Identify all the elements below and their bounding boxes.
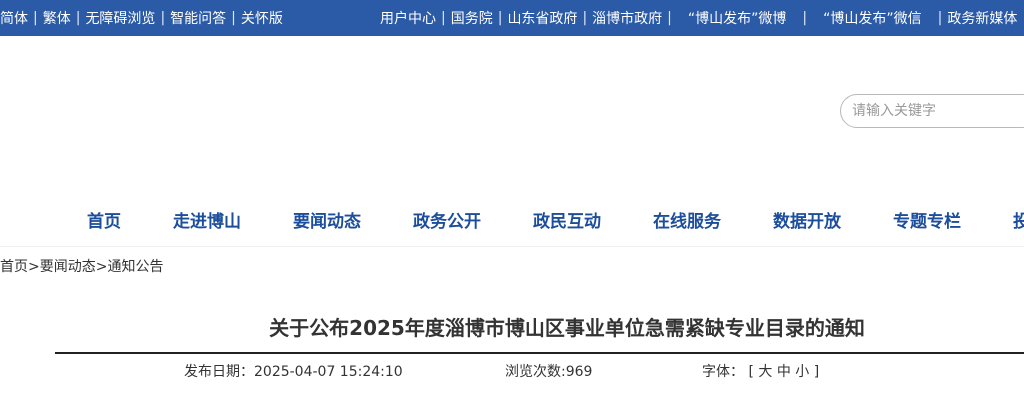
publish-date-value: 2025-04-07 15:24:10 bbox=[254, 364, 403, 380]
font-size-label: 字体： bbox=[702, 364, 744, 380]
nav-government-affairs[interactable]: 政务公开 bbox=[413, 207, 481, 232]
breadcrumb: 首页>要闻动态>通知公告 bbox=[0, 256, 163, 276]
state-council-link[interactable]: 国务院 bbox=[451, 8, 493, 28]
font-size-large-button[interactable]: 大 bbox=[758, 364, 772, 380]
zibo-gov-link[interactable]: 淄博市政府 bbox=[592, 8, 662, 28]
breadcrumb-separator: > bbox=[95, 259, 108, 275]
bracket-open: [ bbox=[748, 364, 754, 380]
separator: | bbox=[667, 10, 672, 26]
top-bar: 简体 | 繁体 | 无障碍浏览 | 智能问答 | 关怀版 用户中心 | 国务院 … bbox=[0, 0, 1024, 36]
bracket-close: ] bbox=[813, 364, 820, 380]
weibo-link[interactable]: “博山发布”微博 bbox=[688, 8, 787, 28]
search-input[interactable] bbox=[841, 95, 1024, 127]
care-version-link[interactable]: 关怀版 bbox=[241, 8, 283, 28]
nav-home[interactable]: 首页 bbox=[87, 207, 121, 232]
top-bar-left-links: 简体 | 繁体 | 无障碍浏览 | 智能问答 | 关怀版 bbox=[0, 0, 283, 36]
article-title: 关于公布2025年度淄博市博山区事业单位急需紧缺专业目录的通知 bbox=[269, 316, 865, 340]
nav-more[interactable]: 投 bbox=[1013, 207, 1024, 232]
simplified-chinese-link[interactable]: 简体 bbox=[0, 8, 28, 28]
font-size-medium-button[interactable]: 中 bbox=[777, 364, 791, 380]
nav-about-boshan[interactable]: 走进博山 bbox=[173, 207, 241, 232]
view-count-label: 浏览次数: bbox=[505, 364, 566, 380]
traditional-chinese-link[interactable]: 繁体 bbox=[43, 8, 71, 28]
smart-qa-link[interactable]: 智能问答 bbox=[170, 8, 226, 28]
view-count-value: 969 bbox=[565, 364, 593, 380]
nav-interaction[interactable]: 政民互动 bbox=[533, 207, 601, 232]
nav-news[interactable]: 要闻动态 bbox=[293, 207, 361, 232]
breadcrumb-notices[interactable]: 通知公告 bbox=[107, 259, 163, 275]
breadcrumb-news[interactable]: 要闻动态 bbox=[40, 259, 96, 275]
separator: | bbox=[497, 10, 503, 26]
separator: | bbox=[160, 10, 166, 26]
separator: | bbox=[33, 10, 38, 26]
wechat-link[interactable]: “博山发布”微信 bbox=[823, 8, 922, 28]
font-size-small-button[interactable]: 小 bbox=[795, 364, 809, 380]
separator: | bbox=[75, 10, 81, 26]
view-count: 浏览次数:969 bbox=[505, 361, 592, 381]
separator: | bbox=[937, 10, 943, 26]
main-nav: 首页 走进博山 要闻动态 政务公开 政民互动 在线服务 数据开放 专题专栏 投 bbox=[0, 207, 1024, 233]
top-bar-right-links: 用户中心 | 国务院 | 山东省政府 | 淄博市政府 | “博山发布”微博 | … bbox=[380, 0, 1017, 36]
font-size-control: 字体： [ 大 中 小 ] bbox=[702, 361, 819, 381]
separator: | bbox=[441, 10, 446, 26]
accessibility-link[interactable]: 无障碍浏览 bbox=[85, 8, 155, 28]
search-box bbox=[840, 94, 1024, 128]
publish-date: 发布日期：2025-04-07 15:24:10 bbox=[184, 361, 403, 381]
shandong-gov-link[interactable]: 山东省政府 bbox=[507, 8, 577, 28]
new-media-link[interactable]: 政务新媒体 bbox=[947, 8, 1017, 28]
breadcrumb-home[interactable]: 首页 bbox=[0, 259, 28, 275]
user-center-link[interactable]: 用户中心 bbox=[380, 8, 436, 28]
publish-date-label: 发布日期： bbox=[184, 364, 254, 380]
nav-special-topics[interactable]: 专题专栏 bbox=[893, 207, 961, 232]
separator: | bbox=[231, 10, 236, 26]
nav-open-data[interactable]: 数据开放 bbox=[773, 207, 841, 232]
breadcrumb-separator: > bbox=[28, 259, 40, 275]
separator: | bbox=[802, 10, 808, 26]
nav-online-services[interactable]: 在线服务 bbox=[653, 207, 721, 232]
title-divider bbox=[55, 352, 1024, 354]
separator: | bbox=[582, 10, 588, 26]
nav-divider bbox=[0, 246, 1024, 247]
